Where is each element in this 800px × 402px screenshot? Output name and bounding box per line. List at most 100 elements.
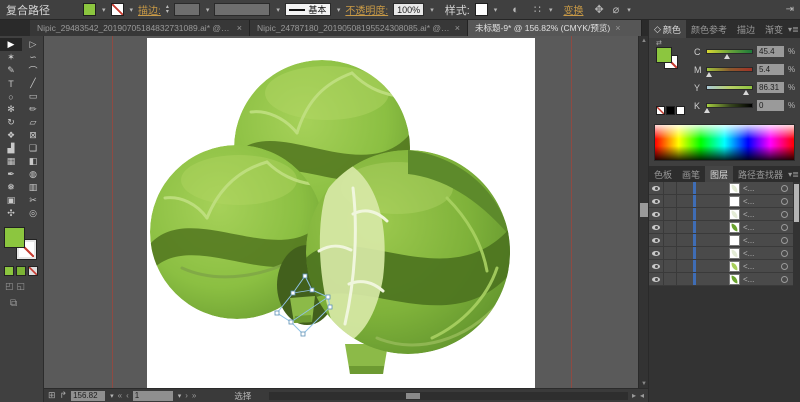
isolate-caret-icon[interactable]: ▾	[627, 6, 631, 14]
visibility-eye-icon[interactable]	[649, 221, 664, 233]
magenta-slider[interactable]	[706, 67, 753, 72]
stroke-color-swatch[interactable]	[111, 3, 124, 16]
style-caret-icon[interactable]: ▾	[494, 6, 498, 14]
layer-thumbnail[interactable]	[729, 222, 740, 233]
layers-panel-menu-icon[interactable]: ▾≣	[788, 166, 800, 182]
document-tab-3-active[interactable]: 未标题-9* @ 156.82% (CMYK/预览) ×	[468, 20, 642, 36]
black-swatch[interactable]	[666, 106, 675, 115]
fill-proxy-swatch[interactable]	[4, 227, 25, 248]
gradient-mode-button[interactable]	[16, 266, 26, 276]
gradient-tool[interactable]: ◧	[22, 155, 44, 168]
zoom-level-field[interactable]: 156.82	[71, 391, 105, 401]
target-circle-icon[interactable]	[781, 250, 788, 257]
tab-pathfinder[interactable]: 路径查找器	[733, 166, 788, 182]
slice-tool[interactable]: ✂	[22, 194, 44, 207]
layer-thumbnail[interactable]	[729, 235, 740, 246]
layer-row[interactable]: <...	[649, 234, 800, 247]
visibility-eye-icon[interactable]	[649, 234, 664, 246]
recolor-artwork-icon[interactable]: ◐	[510, 4, 521, 16]
export-icon[interactable]: ↱	[60, 390, 68, 401]
target-circle-icon[interactable]	[781, 185, 788, 192]
black-value-field[interactable]: 0	[757, 100, 784, 111]
scale-tool[interactable]: ▱	[22, 116, 44, 129]
select-similar-caret-icon[interactable]: ▾	[549, 6, 553, 14]
mesh-tool[interactable]: ▦	[0, 155, 22, 168]
layer-name[interactable]: <...	[743, 197, 781, 206]
none-mode-button[interactable]	[28, 266, 38, 276]
visibility-eye-icon[interactable]	[649, 195, 664, 207]
paintbrush-tool[interactable]: ✻	[0, 103, 22, 116]
document-tab-1-close-icon[interactable]: ×	[237, 23, 242, 33]
next-artboard-icon[interactable]: ›	[185, 391, 188, 400]
layer-row[interactable]: <...	[649, 260, 800, 273]
change-screen-mode-icon[interactable]: ⧉	[10, 298, 43, 309]
graph-tool[interactable]: ▥	[22, 181, 44, 194]
lasso-tool[interactable]: ∽	[22, 51, 44, 64]
blend-tool[interactable]: ◍	[22, 168, 44, 181]
rectangle-tool[interactable]: ▭	[22, 90, 44, 103]
tab-swatches[interactable]: 色板	[649, 166, 677, 182]
target-circle-icon[interactable]	[781, 224, 788, 231]
hand-tool[interactable]: ✣	[0, 207, 22, 220]
cyan-slider[interactable]	[706, 49, 753, 54]
fill-caret-icon[interactable]: ▾	[102, 6, 106, 14]
magic-wand-tool[interactable]: ✶	[0, 51, 22, 64]
pen-tool[interactable]: ✎	[0, 64, 22, 77]
stroke-weight-link[interactable]: 描边:	[138, 2, 161, 17]
lock-column[interactable]	[664, 234, 677, 246]
layer-row[interactable]: <...	[649, 247, 800, 260]
yellow-value-field[interactable]: 86.31	[757, 82, 784, 93]
artboard-number-field[interactable]: 1	[133, 391, 173, 401]
target-circle-icon[interactable]	[781, 211, 788, 218]
canvas-area[interactable]: ▲ ▼	[44, 36, 648, 388]
yellow-slider[interactable]	[706, 85, 753, 90]
curvature-tool[interactable]: ⌒	[22, 64, 44, 77]
scroll-up-icon[interactable]: ▲	[639, 36, 648, 45]
pencil-tool[interactable]: ✏	[22, 103, 44, 116]
lock-column[interactable]	[664, 273, 677, 285]
layer-name[interactable]: <...	[743, 262, 781, 271]
layers-scrollbar[interactable]	[793, 182, 800, 286]
zoom-caret-icon[interactable]: ▾	[110, 392, 114, 400]
fill-color-swatch[interactable]	[83, 3, 96, 16]
horizontal-scroll-thumb[interactable]	[406, 393, 420, 399]
visibility-eye-icon[interactable]	[649, 273, 664, 285]
shape-builder-tool[interactable]: ❑	[22, 142, 44, 155]
layer-name[interactable]: <...	[743, 184, 781, 193]
stroke-caret-icon[interactable]: ▾	[130, 6, 134, 14]
magenta-value-field[interactable]: 5.4	[757, 64, 784, 75]
vertical-scrollbar[interactable]: ▲ ▼	[638, 36, 648, 388]
document-tab-3-close-icon[interactable]: ×	[615, 23, 620, 33]
magenta-slider-thumb[interactable]	[706, 72, 712, 77]
layer-name[interactable]: <...	[743, 249, 781, 258]
prev-artboard-icon[interactable]: ‹	[126, 391, 129, 400]
perspective-grid-tool[interactable]: ▟	[0, 142, 22, 155]
layer-thumbnail[interactable]	[729, 196, 740, 207]
stroke-weight-stepper[interactable]: ▴ ▾	[166, 5, 169, 15]
document-tab-1[interactable]: Nipic_29483542_20190705184832731089.ai* …	[30, 20, 250, 36]
tab-layers[interactable]: 图层	[705, 166, 733, 182]
horizontal-scrollbar[interactable]	[269, 392, 628, 400]
full-screen-mode-icon[interactable]: ◱	[17, 281, 26, 292]
swap-fill-stroke-icon[interactable]: ⇄	[656, 39, 662, 47]
target-circle-icon[interactable]	[781, 198, 788, 205]
tab-gradient[interactable]: 渐变	[760, 20, 788, 38]
color-panel-menu-icon[interactable]: ▾≣	[788, 20, 800, 38]
tab-color[interactable]: ◇ 颜色	[649, 20, 686, 38]
artboard-caret-icon[interactable]: ▾	[178, 392, 182, 400]
layer-name[interactable]: <...	[743, 210, 781, 219]
target-circle-icon[interactable]	[781, 237, 788, 244]
visibility-eye-icon[interactable]	[649, 260, 664, 272]
layer-thumbnail[interactable]	[729, 261, 740, 272]
tab-brushes[interactable]: 画笔	[677, 166, 705, 182]
width-profile-dropdown[interactable]	[214, 3, 270, 16]
artboard[interactable]	[147, 38, 535, 388]
lock-column[interactable]	[664, 260, 677, 272]
vertical-scroll-thumb[interactable]	[640, 203, 648, 217]
scroll-down-icon[interactable]: ▼	[639, 379, 648, 388]
layer-thumbnail[interactable]	[729, 274, 740, 285]
layer-thumbnail[interactable]	[729, 183, 740, 194]
layer-thumbnail[interactable]	[729, 248, 740, 259]
document-tab-2[interactable]: Nipic_24787180_20190508195524308085.ai* …	[250, 20, 468, 36]
layer-name[interactable]: <...	[743, 223, 781, 232]
